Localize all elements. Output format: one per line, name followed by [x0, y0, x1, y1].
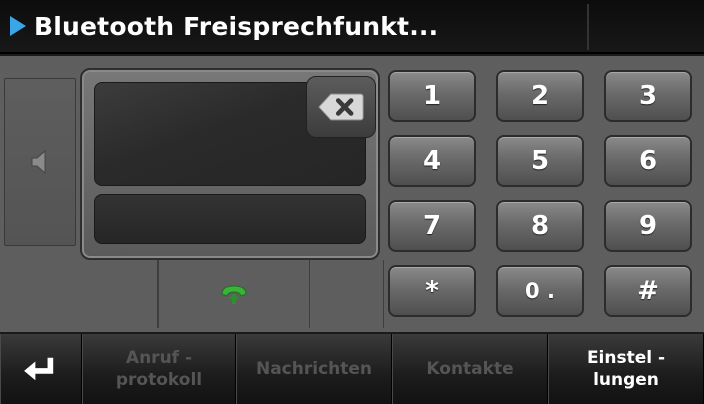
key-4[interactable]: 4	[388, 135, 476, 187]
key-2[interactable]: 2	[496, 70, 584, 122]
phone-call-icon	[221, 285, 247, 304]
speaker-button[interactable]	[4, 78, 76, 246]
key-3[interactable]: 3	[604, 70, 692, 122]
settings-label-line1: Einstel -	[586, 348, 666, 368]
page-title: Bluetooth Freisprechfunkt...	[34, 11, 439, 41]
play-triangle-icon	[10, 16, 26, 36]
back-button[interactable]	[0, 334, 82, 404]
key-5[interactable]: 5	[496, 135, 584, 187]
call-log-button[interactable]: Anruf - protokoll	[82, 334, 236, 404]
messages-label: Nachrichten	[255, 359, 373, 379]
return-arrow-icon	[24, 357, 54, 381]
status-display-screen	[94, 194, 366, 244]
settings-button[interactable]: Einstel - lungen	[548, 334, 704, 404]
key-hash[interactable]: #	[604, 265, 692, 317]
key-star[interactable]: *	[388, 265, 476, 317]
key-1[interactable]: 1	[388, 70, 476, 122]
settings-label-line2: lungen	[593, 370, 659, 390]
key-0[interactable]: 0 .	[496, 265, 584, 317]
call-log-label-line2: protokoll	[115, 370, 203, 390]
contacts-button[interactable]: Kontakte	[392, 334, 548, 404]
title-divider	[587, 4, 589, 50]
bottom-navbar: Anruf - protokoll Nachrichten Kontakte E…	[0, 334, 704, 404]
number-display	[80, 68, 380, 260]
strip-empty-right	[310, 260, 384, 328]
backspace-button[interactable]	[306, 76, 376, 138]
strip-empty-left	[4, 260, 158, 328]
backspace-icon	[318, 93, 364, 121]
key-7[interactable]: 7	[388, 200, 476, 252]
call-button[interactable]	[158, 260, 310, 328]
contacts-label: Kontakte	[426, 359, 514, 379]
phone-panel: 1 2 3 4 5 6 7 8 9 * 0 . #	[0, 56, 704, 332]
messages-button[interactable]: Nachrichten	[236, 334, 392, 404]
key-8[interactable]: 8	[496, 200, 584, 252]
speaker-icon	[31, 149, 46, 175]
key-9[interactable]: 9	[604, 200, 692, 252]
key-6[interactable]: 6	[604, 135, 692, 187]
call-log-label-line1: Anruf -	[125, 348, 193, 368]
title-bar: Bluetooth Freisprechfunkt...	[0, 0, 704, 54]
